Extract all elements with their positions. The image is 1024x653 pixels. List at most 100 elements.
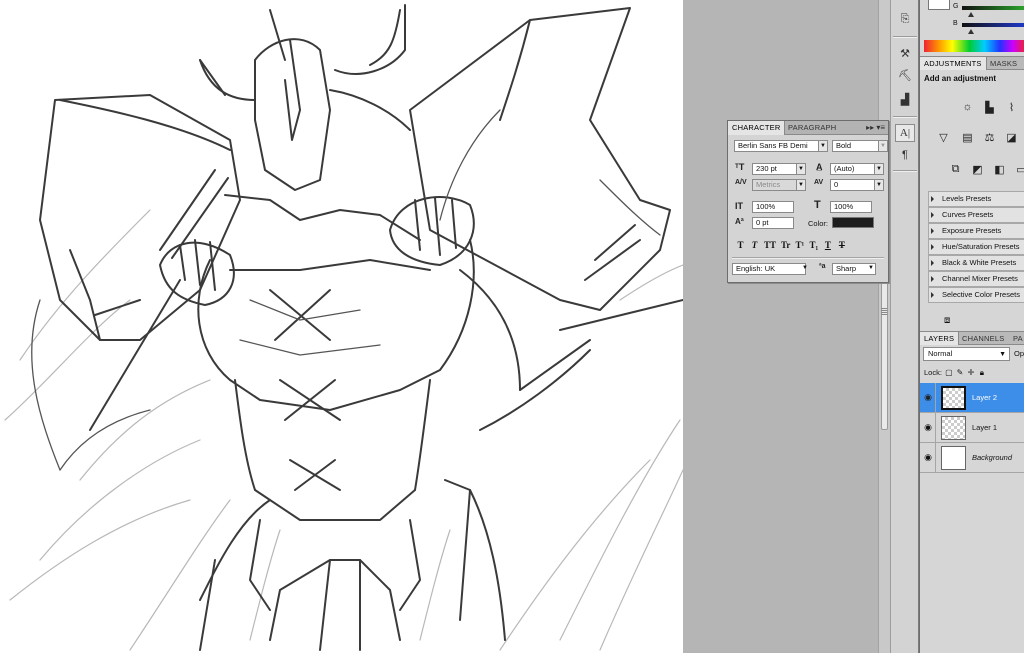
font-style-field[interactable]: Bold xyxy=(832,140,882,152)
horizontal-scale-field[interactable]: 100% xyxy=(830,201,872,213)
posterize-icon[interactable]: ◧ xyxy=(992,162,1007,176)
all-caps-button[interactable]: TT xyxy=(764,240,776,250)
color-label: Color: xyxy=(808,219,829,228)
preset-selective-color[interactable]: Selective Color Presets xyxy=(928,287,1024,303)
kerning-field[interactable]: Metrics xyxy=(752,179,798,191)
blue-slider-handle[interactable] xyxy=(968,29,974,34)
hue-saturation-icon[interactable]: ▤ xyxy=(960,130,975,144)
type-style-buttons: T T TT Tr T¹ T₁ T T xyxy=(736,240,846,250)
scrollbar-grip xyxy=(881,308,887,316)
paragraph-icon[interactable]: ¶ xyxy=(895,146,915,164)
right-panel-dock: G B ADJUSTMENTS MASKS Add an adjustment … xyxy=(919,0,1024,653)
clone-source-icon[interactable]: ⛏ xyxy=(895,66,915,84)
character-icon[interactable]: A| xyxy=(895,124,915,142)
tab-adjustments[interactable]: ADJUSTMENTS xyxy=(920,57,987,70)
antialias-dropdown[interactable]: ▼ xyxy=(866,263,876,275)
tab-paragraph[interactable]: PARAGRAPH xyxy=(784,121,840,135)
curves-icon[interactable]: ⌇ xyxy=(1004,100,1019,114)
document-canvas[interactable] xyxy=(0,0,683,653)
preset-black-white[interactable]: Black & White Presets xyxy=(928,255,1024,271)
lock-image-icon[interactable]: ✎ xyxy=(956,368,964,377)
eye-icon[interactable]: ◉ xyxy=(923,422,933,432)
clip-to-layer-icon[interactable]: ⧈ xyxy=(944,315,950,326)
color-balance-icon[interactable]: ⚖ xyxy=(982,130,997,144)
leading-field[interactable]: (Auto) xyxy=(830,163,876,175)
panel-menu-icon[interactable]: ▸▸ ▾≡ xyxy=(866,123,885,132)
threshold-icon[interactable]: ▭ xyxy=(1014,162,1024,176)
preset-hue-saturation[interactable]: Hue/Saturation Presets xyxy=(928,239,1024,255)
preset-exposure[interactable]: Exposure Presets xyxy=(928,223,1024,239)
font-style-dropdown[interactable]: ▼ xyxy=(878,140,888,152)
tab-layers[interactable]: LAYERS xyxy=(920,332,960,345)
vibrance-icon[interactable]: ▽ xyxy=(936,130,951,144)
layer-row-background[interactable]: ◉ Background xyxy=(920,443,1024,473)
underline-button[interactable]: T xyxy=(823,240,832,250)
font-family-field[interactable]: Berlin Sans FB Demi xyxy=(734,140,820,152)
preset-levels[interactable]: Levels Presets xyxy=(928,191,1024,207)
leading-dropdown[interactable]: ▼ xyxy=(874,163,884,175)
strip-separator xyxy=(893,36,917,38)
language-field[interactable]: English: UK xyxy=(732,263,806,275)
vertical-scale-field[interactable]: 100% xyxy=(752,201,794,213)
preset-curves[interactable]: Curves Presets xyxy=(928,207,1024,223)
brushes-icon[interactable]: ⚒ xyxy=(895,44,915,62)
strip-separator xyxy=(893,116,917,118)
layer-name: Layer 1 xyxy=(972,423,998,432)
font-family-dropdown[interactable]: ▼ xyxy=(818,140,828,152)
layer-thumbnail xyxy=(941,446,966,470)
tracking-dropdown[interactable]: ▼ xyxy=(874,179,884,191)
lock-all-icon[interactable]: 🔒︎ xyxy=(978,368,986,377)
font-size-dropdown[interactable]: ▼ xyxy=(796,163,806,175)
faux-bold-button[interactable]: T xyxy=(736,240,745,250)
blend-mode-select[interactable]: Normal ▼ xyxy=(923,347,1010,361)
tab-channels[interactable]: CHANNELS xyxy=(958,332,1008,345)
tracking-field[interactable]: 0 xyxy=(830,179,876,191)
text-color-swatch[interactable] xyxy=(832,217,874,228)
brightness-contrast-icon[interactable]: ☼ xyxy=(960,100,975,114)
history-icon[interactable]: ⎘ xyxy=(895,10,915,28)
tab-paths[interactable]: PA xyxy=(1009,332,1024,345)
tracking-icon: AV xyxy=(814,179,824,186)
vertical-scale-icon: IT xyxy=(735,201,743,211)
kerning-icon: A/V xyxy=(735,179,747,186)
eye-icon[interactable]: ◉ xyxy=(923,452,933,462)
horizontal-scale-icon: T xyxy=(814,199,821,211)
preset-label: Selective Color Presets xyxy=(942,290,1020,299)
baseline-shift-icon: Aª xyxy=(735,217,744,226)
kerning-dropdown[interactable]: ▼ xyxy=(796,179,806,191)
tool-presets-icon[interactable]: ▟ xyxy=(895,90,915,108)
lock-transparent-icon[interactable]: ▢ xyxy=(945,368,953,377)
panel-divider xyxy=(732,257,884,259)
font-size-field[interactable]: 230 pt xyxy=(752,163,798,175)
lock-position-icon[interactable]: ✛ xyxy=(967,368,975,377)
collapsed-panel-strip: ⎘ ⚒ ⛏ ▟ A| ¶ xyxy=(890,0,919,653)
faux-italic-button[interactable]: T xyxy=(750,240,759,250)
language-dropdown[interactable]: ▼ xyxy=(800,263,810,275)
subscript-button[interactable]: T₁ xyxy=(809,240,819,250)
tab-character[interactable]: CHARACTER xyxy=(728,121,786,135)
photo-filter-icon[interactable]: ⧉ xyxy=(948,162,963,176)
tab-masks[interactable]: MASKS xyxy=(986,57,1021,70)
color-spectrum-bar[interactable] xyxy=(924,40,1024,52)
vertical-scrollbar[interactable] xyxy=(878,0,890,653)
foreground-swatch[interactable] xyxy=(928,0,950,10)
preset-channel-mixer[interactable]: Channel Mixer Presets xyxy=(928,271,1024,287)
green-slider-handle[interactable] xyxy=(968,12,974,17)
invert-icon[interactable]: ◩ xyxy=(970,162,985,176)
baseline-shift-field[interactable]: 0 pt xyxy=(752,217,794,229)
black-white-icon[interactable]: ◪ xyxy=(1004,130,1019,144)
color-panel: G B xyxy=(920,0,1024,56)
lock-label: Lock: xyxy=(924,368,942,377)
small-caps-button[interactable]: Tr xyxy=(781,240,790,250)
green-slider[interactable] xyxy=(962,6,1024,10)
preset-label: Black & White Presets xyxy=(942,258,1017,267)
layer-row-layer-1[interactable]: ◉ Layer 1 xyxy=(920,413,1024,443)
eye-icon[interactable]: ◉ xyxy=(923,392,933,402)
preset-label: Channel Mixer Presets xyxy=(942,274,1018,283)
blue-slider[interactable] xyxy=(962,23,1024,27)
layer-row-layer-2[interactable]: ◉ Layer 2 xyxy=(920,383,1024,413)
strikethrough-button[interactable]: T xyxy=(837,240,846,250)
superscript-button[interactable]: T¹ xyxy=(795,240,805,250)
sketch-artwork xyxy=(4,4,683,651)
levels-icon[interactable]: ▙ xyxy=(982,100,997,114)
